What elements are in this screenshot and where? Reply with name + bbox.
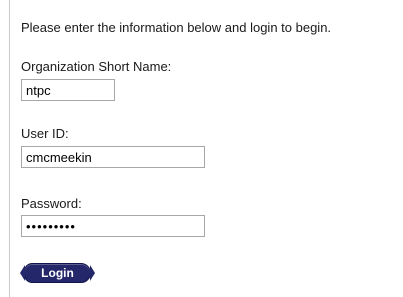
login-button[interactable]: Login (20, 263, 95, 283)
user-id-label: User ID: (21, 126, 69, 141)
password-label: Password: (21, 196, 82, 211)
organization-label: Organization Short Name: (21, 59, 172, 74)
password-input[interactable] (21, 215, 205, 237)
login-panel: Please enter the information below and l… (9, 0, 403, 297)
user-id-input[interactable] (21, 146, 205, 168)
organization-short-name-input[interactable] (21, 79, 115, 101)
intro-text: Please enter the information below and l… (21, 20, 332, 35)
